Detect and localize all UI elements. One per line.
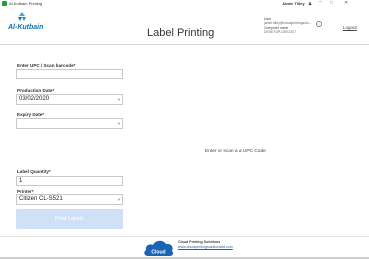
window-titlebar (0, 0, 369, 8)
label-quantity-value: 1 (19, 178, 23, 184)
footer-website-link[interactable]: www.cloudprintingsolutionsltd.com (178, 245, 233, 249)
printer-select-value: Citizen CL-S521 (19, 196, 63, 202)
calendar-dropdown-icon[interactable]: ▼ (117, 121, 121, 126)
footer-company-name: Cloud Printing Solutions (178, 240, 221, 244)
upc-input[interactable] (16, 69, 123, 79)
upc-label: Enter UPC / Scan barcode* (17, 63, 76, 68)
label-quantity-label: Label Quantity* (17, 169, 51, 174)
cloud-logo-text: Cloud (151, 250, 165, 256)
production-date-value: 03/02/2020 (19, 96, 50, 102)
logout-link[interactable]: Logout (343, 25, 357, 30)
printer-select[interactable]: Citizen CL-S521 (16, 194, 123, 205)
print-labels-button[interactable]: Print Labels (16, 209, 123, 229)
page-title: Label Printing (147, 27, 215, 39)
footer-divider (0, 236, 369, 237)
calendar-dropdown-icon[interactable]: ▼ (117, 97, 121, 102)
user-icon[interactable]: ♟ (308, 1, 312, 7)
info-icon[interactable]: i (316, 20, 322, 27)
header-divider (0, 44, 369, 45)
app-icon (2, 1, 7, 6)
close-icon[interactable]: ✕ (344, 0, 348, 6)
window-title: Al-Kutbain Printing (9, 0, 43, 6)
user-email: jamie.tilley@cloudprintingsolu... (264, 21, 312, 25)
maximize-icon[interactable]: □ (330, 0, 333, 5)
production-date-picker[interactable]: 03/02/2020 (16, 94, 123, 105)
window-user-name: Jamie Tilley (282, 0, 305, 6)
expiry-date-label: Expiry Date* (17, 112, 45, 117)
expiry-date-picker[interactable] (16, 118, 123, 129)
brand-logo-icon (18, 12, 26, 21)
chevron-down-icon[interactable]: ▼ (117, 197, 121, 202)
cloud-logo-icon: Cloud (144, 240, 174, 256)
production-date-label: Production Date* (17, 88, 55, 93)
label-quantity-input[interactable]: 1 (16, 176, 123, 186)
brand-logo-text: Al-Kutbain (8, 24, 44, 31)
computer-name-value: DESKTOP-OEK2207 (264, 30, 296, 34)
upc-hint-text: Enter or scan a a UPC Code (205, 149, 266, 154)
minimize-icon[interactable]: – (319, 0, 322, 5)
